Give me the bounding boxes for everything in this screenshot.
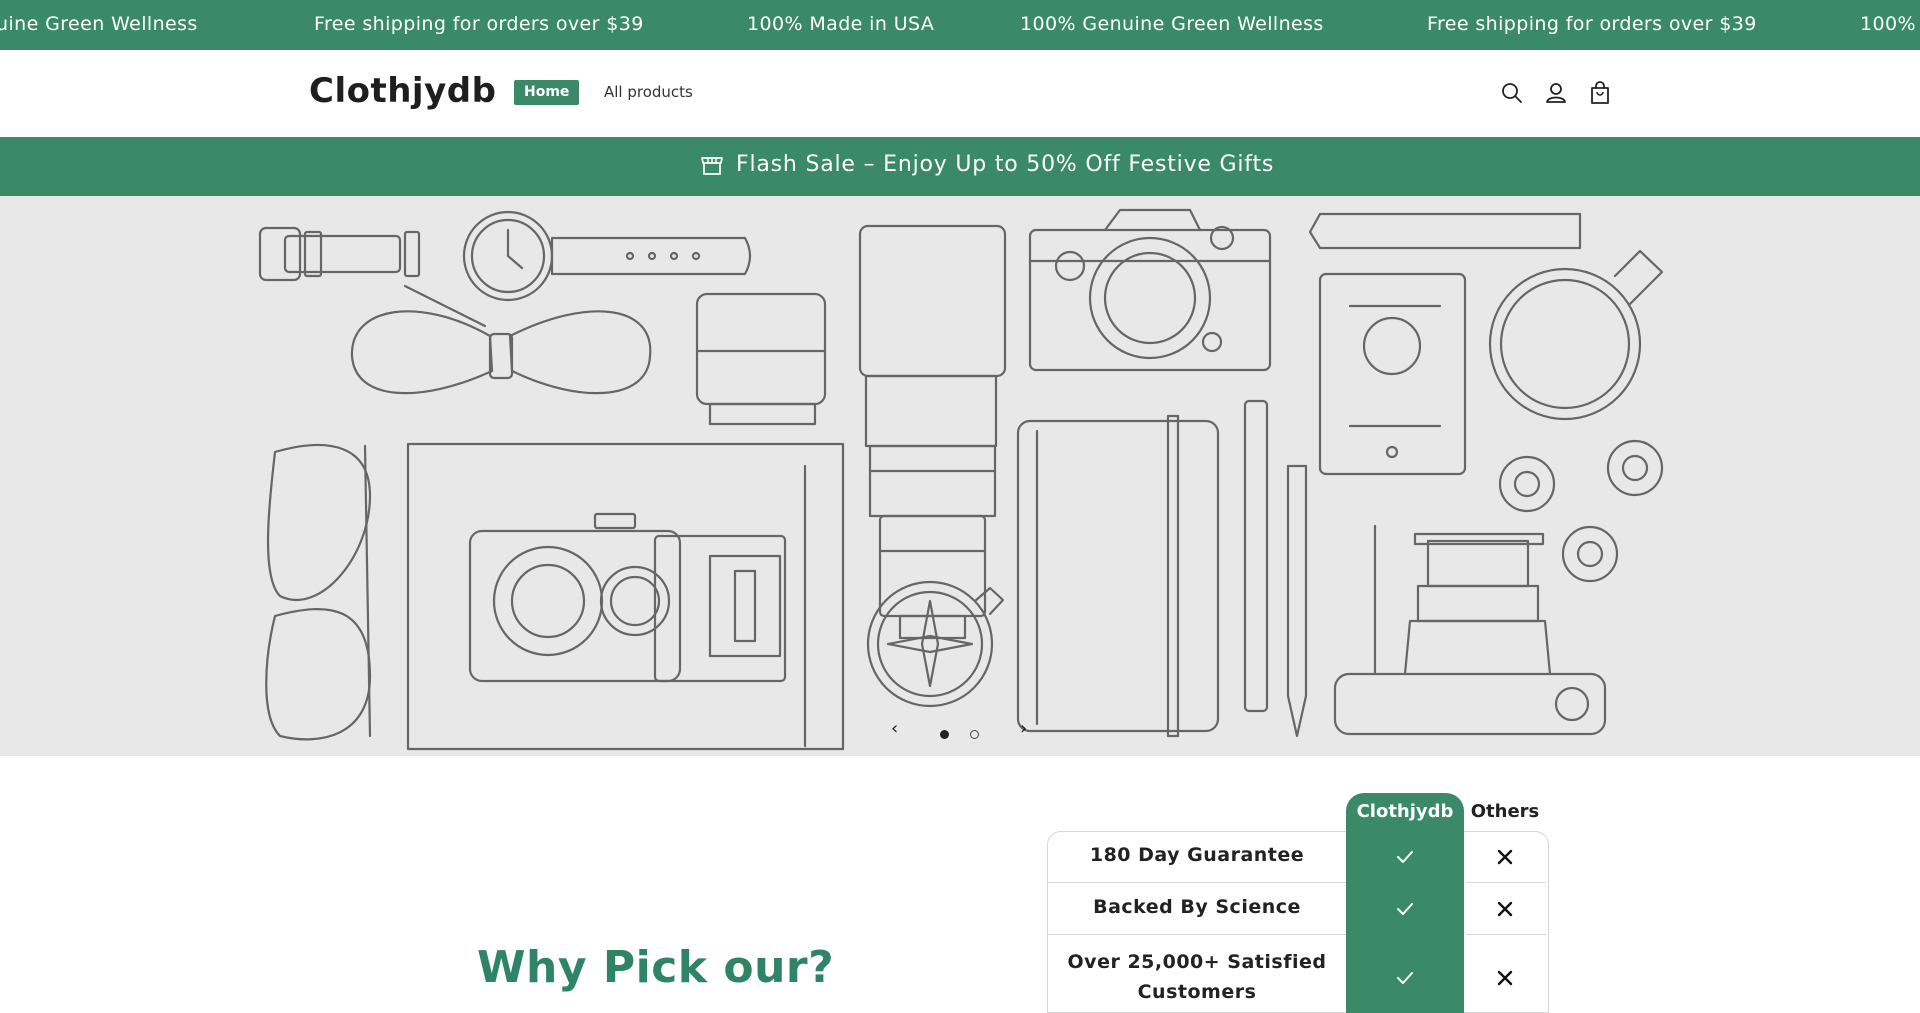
slider-dot-2[interactable] [970, 730, 979, 739]
comparison-row-label: 180 Day Guarantee [1089, 844, 1305, 866]
slider-dot-1[interactable] [940, 730, 949, 739]
vintage-camera-illustration [1333, 524, 1607, 736]
hero-illustration [258, 208, 1664, 751]
announcement-item: 100% Made in USA [747, 13, 935, 35]
telephoto-lens-illustration [858, 224, 1007, 640]
announcement-item: 100% M [1860, 13, 1920, 35]
pen-illustration [1243, 399, 1308, 738]
tape-illustration [1498, 439, 1664, 583]
site-header: Clothjydb Home All products [0, 50, 1920, 137]
announcement-item: 100% Genuine Green Wellness [1020, 13, 1324, 35]
flash-sale-text: Flash Sale – Enjoy Up to 50% Off Festive… [736, 152, 1275, 177]
passport-illustration [1318, 272, 1467, 476]
site-logo[interactable]: Clothjydb [309, 71, 496, 111]
flash-sale-bar[interactable]: Flash Sale – Enjoy Up to 50% Off Festive… [0, 137, 1920, 196]
nav-home-link[interactable]: Home [514, 80, 580, 105]
watch-illustration [258, 210, 752, 302]
bowtie-illustration [350, 284, 652, 395]
comparison-row: Backed By Science [1048, 883, 1546, 935]
announcement-item: Free shipping for orders over $39 [314, 13, 644, 35]
check-icon [1397, 851, 1413, 863]
why-pick-heading: Why Pick our? [477, 942, 835, 993]
comparison-brand-header: Clothjydb [1356, 801, 1454, 822]
magnifier-illustration [1488, 249, 1664, 421]
cross-icon [1497, 849, 1513, 865]
comparison-row-label: Backed By Science [1093, 896, 1301, 918]
cart-icon[interactable] [1587, 80, 1613, 106]
check-icon [1397, 903, 1413, 915]
nav-all-products-link[interactable]: All products [604, 83, 693, 101]
store-icon [701, 156, 723, 175]
lens-illustration [695, 292, 827, 426]
search-icon[interactable] [1499, 80, 1525, 106]
map-camera-illustration [406, 442, 845, 751]
slider-next-button[interactable]: › [1020, 718, 1027, 739]
comparison-row-label: Over 25,000+ Satisfied Customers [1067, 951, 1327, 1003]
pencil-illustration [1308, 212, 1582, 250]
announcement-item: Free shipping for orders over $39 [1427, 13, 1757, 35]
camera-illustration [1028, 208, 1272, 372]
comparison-others-header: Others [1470, 801, 1540, 822]
hero-slideshow: ‹ › [0, 196, 1920, 756]
announcement-bar: uine Green Wellness Free shipping for or… [0, 0, 1920, 50]
compass-illustration [866, 580, 1005, 708]
sunglasses-illustration [265, 443, 372, 741]
cross-icon [1497, 970, 1513, 986]
announcement-item: uine Green Wellness [0, 13, 198, 35]
notebook-illustration [1016, 414, 1220, 738]
cross-icon [1497, 901, 1513, 917]
slider-prev-button[interactable]: ‹ [891, 718, 898, 739]
comparison-row: Over 25,000+ Satisfied Customers [1048, 935, 1546, 1005]
check-icon [1397, 972, 1413, 984]
comparison-row: 180 Day Guarantee [1048, 831, 1546, 883]
account-icon[interactable] [1543, 80, 1569, 106]
